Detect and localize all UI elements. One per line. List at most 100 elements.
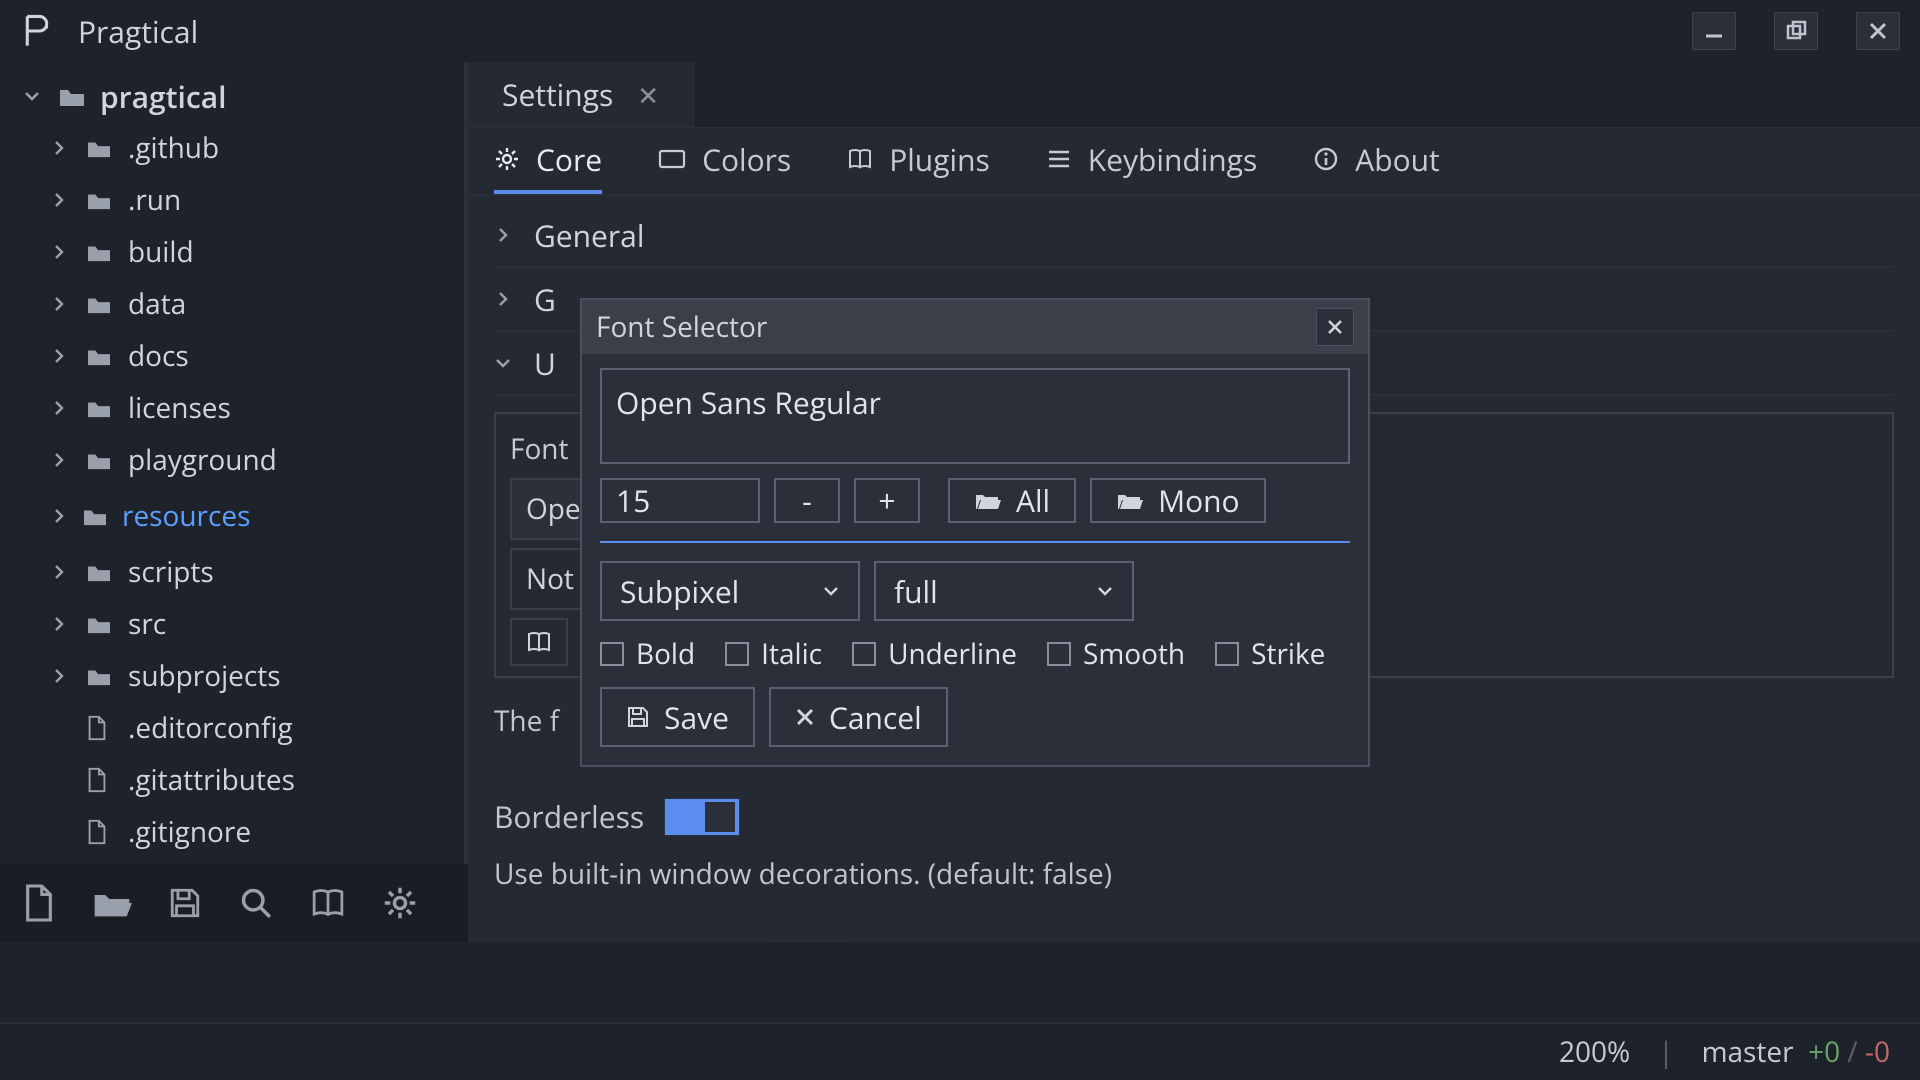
font-filter-mono-button[interactable]: Mono [1090, 478, 1265, 523]
tree-folder[interactable]: .github [0, 122, 464, 174]
new-file-icon[interactable] [22, 883, 56, 923]
check-underline[interactable]: Underline [852, 635, 1017, 673]
font-chip-icon[interactable] [510, 618, 568, 666]
settings-nav-label: Core [536, 139, 602, 180]
section-label: U [534, 343, 556, 384]
folder-icon [86, 449, 114, 471]
settings-nav-core[interactable]: Core [494, 128, 602, 194]
font-filter-all-button[interactable]: All [948, 478, 1076, 523]
tree-item-label: docs [128, 337, 189, 375]
book-icon [526, 630, 552, 654]
save-icon[interactable] [168, 886, 202, 920]
book-icon[interactable] [310, 886, 346, 920]
tree-folder[interactable]: playground [0, 434, 464, 486]
tree-folder[interactable]: .run [0, 174, 464, 226]
folder-icon [86, 189, 114, 211]
tree-folder[interactable]: src [0, 598, 464, 650]
font-style-checks: Bold Italic Underline Smooth Strike [600, 635, 1350, 673]
tab-label: Settings [502, 74, 613, 115]
tree-folder[interactable]: subprojects [0, 650, 464, 702]
chevron-right-icon [50, 243, 72, 261]
check-strike[interactable]: Strike [1215, 635, 1325, 673]
file-icon [86, 819, 114, 845]
always-tabs-label: Always Show Tabs [494, 939, 747, 942]
tree-root[interactable]: pragtical [0, 70, 464, 122]
folder-icon [82, 505, 108, 527]
settings-nav-keybindings[interactable]: Keybindings [1046, 128, 1257, 194]
tree-folder[interactable]: docs [0, 330, 464, 382]
settings-nav-label: Keybindings [1088, 139, 1257, 180]
settings-nav-label: About [1355, 139, 1439, 180]
chevron-right-icon [50, 191, 72, 209]
tree-item-label: data [128, 285, 186, 323]
settings-nav-plugins[interactable]: Plugins [847, 128, 990, 194]
borderless-row: Borderless [494, 796, 1894, 837]
folder-icon [86, 137, 114, 159]
file-icon [86, 767, 114, 793]
search-icon[interactable] [238, 885, 274, 921]
status-zoom[interactable]: 200% [1559, 1033, 1630, 1071]
cancel-button[interactable]: Cancel [769, 687, 948, 747]
tree-file[interactable]: .gitignore [0, 806, 464, 858]
tree-item-label: .editorconfig [128, 709, 293, 747]
modal-close-button[interactable] [1316, 308, 1354, 346]
font-size-dec-button[interactable]: - [774, 478, 840, 523]
font-size-input[interactable]: 15 [600, 478, 760, 523]
check-italic[interactable]: Italic [725, 635, 822, 673]
tree-file[interactable]: .gitattributes [0, 754, 464, 806]
open-folder-icon[interactable] [92, 886, 132, 920]
tree-folder[interactable]: resources [0, 486, 260, 546]
chevron-down-icon [1096, 582, 1114, 600]
close-icon[interactable]: ✕ [637, 77, 659, 113]
settings-nav-colors[interactable]: Colors [658, 128, 791, 194]
antialias-select[interactable]: Subpixel [600, 561, 860, 621]
save-icon [626, 705, 650, 729]
tree-item-label: src [128, 605, 166, 643]
gear-icon [494, 146, 520, 172]
app-logo-icon [20, 14, 54, 48]
status-branch[interactable]: master +0 / -0 [1702, 1033, 1890, 1071]
chevron-down-icon [22, 86, 44, 106]
window-minimize-button[interactable] [1692, 12, 1736, 50]
window-close-button[interactable] [1856, 12, 1900, 50]
tree-item-label: scripts [128, 553, 214, 591]
status-bar: 200% | master +0 / -0 [0, 1022, 1920, 1080]
font-size-inc-button[interactable]: + [854, 478, 920, 523]
tree-item-label: .github [128, 129, 219, 167]
sidebar-toolbar [0, 864, 468, 942]
section-general[interactable]: General [494, 204, 1894, 268]
settings-nav-label: Colors [702, 139, 791, 180]
borderless-toggle[interactable] [664, 798, 740, 836]
chevron-down-icon [494, 354, 516, 372]
gear-icon[interactable] [382, 885, 418, 921]
font-chip-none[interactable]: Not [510, 548, 590, 610]
file-tree[interactable]: pragtical .github .runbuild data docs licens… [0, 62, 468, 864]
chevron-right-icon [50, 347, 72, 365]
folder-icon [86, 345, 114, 367]
tree-item-label: licenses [128, 389, 231, 427]
tree-folder[interactable]: data [0, 278, 464, 330]
hinting-select[interactable]: full [874, 561, 1134, 621]
check-smooth[interactable]: Smooth [1047, 635, 1185, 673]
check-bold[interactable]: Bold [600, 635, 695, 673]
chevron-right-icon [50, 615, 72, 633]
tab-settings[interactable]: Settings ✕ [468, 62, 694, 127]
tree-file[interactable]: .editorconfig [0, 702, 464, 754]
tree-item-label: subprojects [128, 657, 281, 695]
tree-folder[interactable]: licenses [0, 382, 464, 434]
settings-nav: Core Colors Plugins Keybindings About [468, 128, 1920, 196]
tree-folder[interactable]: build [0, 226, 464, 278]
chevron-right-icon [494, 226, 516, 244]
section-label: General [534, 215, 644, 256]
settings-nav-about[interactable]: About [1313, 128, 1439, 194]
tree-item-label: .gitattributes [128, 761, 295, 799]
always-tabs-toggle[interactable] [767, 941, 843, 943]
tree-folder[interactable]: scripts [0, 546, 464, 598]
modal-title: Font Selector [596, 308, 767, 346]
titlebar: Pragtical [0, 0, 1920, 62]
font-name-input[interactable]: Open Sans Regular [600, 368, 1350, 464]
borderless-hint: Use built-in window decorations. (defaul… [494, 855, 1894, 893]
window-maximize-button[interactable] [1774, 12, 1818, 50]
folder-icon [86, 561, 114, 583]
save-button[interactable]: Save [600, 687, 755, 747]
